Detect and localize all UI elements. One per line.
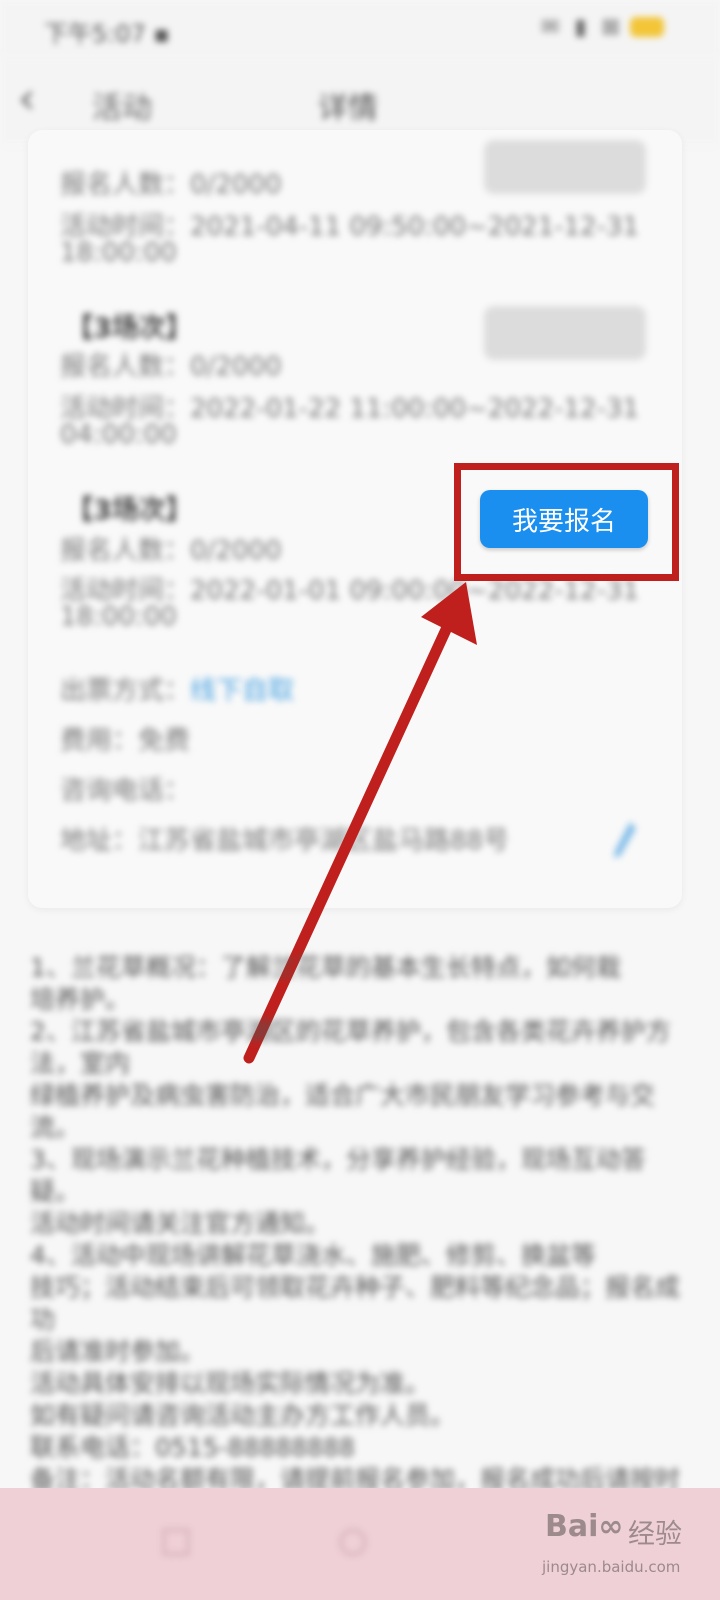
article-line: 绿植养护及病虫害防治，适合广大市民朋友学习参考与交流。 [30,1081,656,1142]
baidu-watermark-logo: Bai∞ [545,1509,624,1544]
article-line: 活动具体安排以现场实际情况为准。 [30,1369,431,1398]
article-line: 后请准时参加。 [30,1337,206,1366]
article-line: 2、江苏省盐城市亭湖区的花草养护，包含各类花卉养护方法，室内 [30,1017,671,1078]
watermark-url: jingyan.baidu.com [542,1558,681,1576]
article-line: 培养护。 [30,985,131,1014]
watermark-text: 经验 [628,1519,682,1550]
article-line: 如有疑问请咨询活动主办方工作人员。 [30,1401,456,1430]
article-line: 1、兰花草概况：了解兰花草的基本生长特点，如何栽 [30,953,621,982]
article-line: 4、活动中现场讲解花草浇水、施肥、修剪、换盆等 [30,1241,596,1270]
article-line: 技巧；活动结束后可领取花卉种子、肥料等纪念品；报名成功 [30,1273,681,1334]
article-line: 活动时间请关注官方通知。 [30,1209,331,1238]
home-nav-icon[interactable]: ○ [338,1520,368,1560]
bottom-bar: □ ○ Bai∞ 经验 jingyan.baidu.com [0,1488,720,1600]
article-line: 联系电话：0515-88888888 [30,1433,355,1462]
back-nav-icon[interactable]: □ [160,1520,192,1560]
article-line: 3、现场演示兰花种植技术，分享养护经验，现场互动答疑。 [30,1145,646,1206]
